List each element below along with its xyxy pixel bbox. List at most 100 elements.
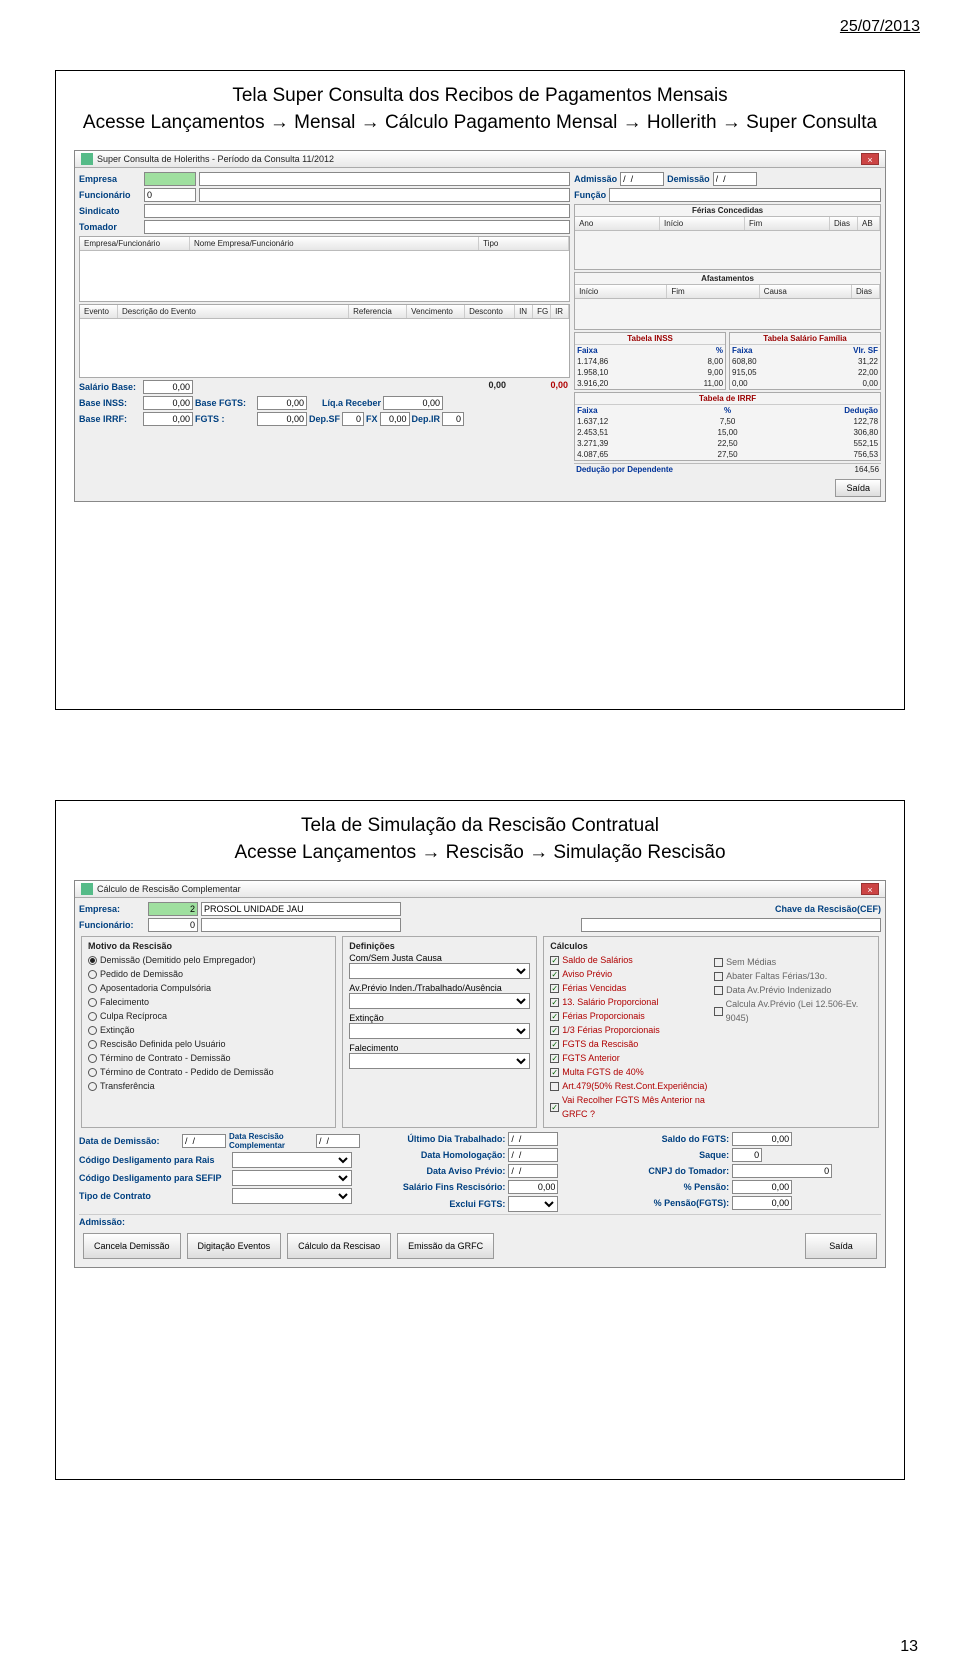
th-dias: Dias (830, 217, 858, 230)
input-saque[interactable] (732, 1148, 762, 1162)
select-avprev[interactable] (349, 993, 530, 1009)
label-exclui-fgts: Exclui FGTS: (395, 1199, 505, 1209)
select-falecimento[interactable] (349, 1053, 530, 1069)
check-calculo[interactable]: ✓Férias Vencidas (550, 981, 708, 995)
radio-motivo[interactable]: Demissão (Demitido pelo Empregador) (88, 953, 329, 967)
check-label: Art.479(50% Rest.Cont.Experiência) (562, 1079, 707, 1093)
radio-label: Término de Contrato - Demissão (100, 1051, 231, 1065)
input-funcao[interactable] (609, 188, 881, 202)
input-empresa-nome2[interactable] (201, 902, 401, 916)
input-data-dem[interactable] (182, 1134, 226, 1148)
radio-motivo[interactable]: Término de Contrato - Demissão (88, 1051, 329, 1065)
check-opcao[interactable]: Abater Faltas Férias/13o. (714, 969, 872, 983)
check-opcao[interactable]: Sem Médias (714, 955, 872, 969)
radio-label: Término de Contrato - Pedido de Demissão (100, 1065, 274, 1079)
input-chave[interactable] (581, 918, 881, 932)
checkbox-icon: ✓ (550, 1026, 559, 1035)
btn-saida[interactable]: Saída (805, 1233, 877, 1259)
btn-digitacao-eventos[interactable]: Digitação Eventos (187, 1233, 282, 1259)
input-data-homol[interactable] (508, 1148, 558, 1162)
input-empresa-nome[interactable] (199, 172, 570, 186)
sf-row: 608,8031,22 (730, 356, 880, 367)
select-exclui-fgts[interactable] (508, 1196, 558, 1212)
select-cod-sefip[interactable] (232, 1170, 352, 1186)
check-calculo[interactable]: ✓Vai Recolher FGTS Mês Anterior na GRFC … (550, 1093, 708, 1121)
radio-label: Transferência (100, 1079, 155, 1093)
slide2-title-line2: Acesse Lançamentos → Rescisão → Simulaçã… (74, 840, 886, 867)
check-calculo[interactable]: Art.479(50% Rest.Cont.Experiência) (550, 1079, 708, 1093)
check-calculo[interactable]: ✓Aviso Prévio (550, 967, 708, 981)
checkbox-icon (550, 1082, 559, 1091)
close-icon[interactable]: × (861, 153, 879, 165)
th-fim2: Fim (667, 285, 759, 298)
radio-motivo[interactable]: Falecimento (88, 995, 329, 1009)
grid-empresa-funcionario[interactable]: Empresa/Funcionário Nome Empresa/Funcion… (79, 236, 570, 302)
input-saldo-fgts[interactable] (732, 1132, 792, 1146)
label-base-fgts: Base FGTS: (195, 398, 255, 408)
input-empresa-codigo2[interactable] (148, 902, 198, 916)
check-label: FGTS da Rescisão (562, 1037, 638, 1051)
check-calculo[interactable]: ✓13. Salário Proporcional (550, 995, 708, 1009)
radio-motivo[interactable]: Culpa Recíproca (88, 1009, 329, 1023)
input-data-aviso[interactable] (508, 1164, 558, 1178)
header-tab-irrf: Tabela de IRRF (575, 393, 880, 405)
select-extincao[interactable] (349, 1023, 530, 1039)
close-icon[interactable]: × (861, 883, 879, 895)
input-funcionario-codigo[interactable] (144, 188, 196, 202)
th-ir: IR (551, 305, 569, 318)
input-ult-dia[interactable] (508, 1132, 558, 1146)
select-comsem[interactable] (349, 963, 530, 979)
checkbox-icon: ✓ (550, 1012, 559, 1021)
input-data-resc[interactable] (316, 1134, 360, 1148)
radio-motivo[interactable]: Rescisão Definida pelo Usuário (88, 1037, 329, 1051)
th-pct: % (650, 345, 723, 356)
saida-button[interactable]: Saída (835, 479, 881, 497)
input-demissao[interactable] (713, 172, 757, 186)
btn-calculo-rescisao[interactable]: Cálculo da Rescisao (287, 1233, 391, 1259)
radio-motivo[interactable]: Aposentadoria Compulsória (88, 981, 329, 995)
input-pct-pensao[interactable] (732, 1180, 792, 1194)
input-tomador[interactable] (144, 220, 570, 234)
th-empfunc: Empresa/Funcionário (80, 237, 190, 250)
grid-eventos[interactable]: Evento Descrição do Evento Referencia Ve… (79, 304, 570, 378)
check-label: Vai Recolher FGTS Mês Anterior na GRFC ? (562, 1093, 708, 1121)
radio-motivo[interactable]: Extinção (88, 1023, 329, 1037)
radio-icon (88, 1082, 97, 1091)
select-cod-rais[interactable] (232, 1152, 352, 1168)
input-funcionario-nome[interactable] (199, 188, 570, 202)
input-empresa-codigo[interactable] (144, 172, 196, 186)
inss-row: 1.958,109,00 (575, 367, 725, 378)
titlebar: Super Consulta de Holeriths - Período da… (75, 151, 885, 168)
label-admissao: Admissão (574, 174, 617, 184)
radio-motivo[interactable]: Transferência (88, 1079, 329, 1093)
input-funcionario-nome2[interactable] (201, 918, 401, 932)
th-venc: Vencimento (407, 305, 465, 318)
check-calculo[interactable]: ✓FGTS Anterior (550, 1051, 708, 1065)
radio-motivo[interactable]: Pedido de Demissão (88, 967, 329, 981)
check-calculo[interactable]: ✓Saldo de Salários (550, 953, 708, 967)
select-tipo-contrato[interactable] (232, 1188, 352, 1204)
check-opcao[interactable]: Calcula Av.Prévio (Lei 12.506-Ev. 9045) (714, 997, 872, 1025)
label-demissao: Demissão (667, 174, 710, 184)
label-fgts: FGTS : (195, 414, 255, 424)
input-cnpj[interactable] (732, 1164, 832, 1178)
input-pct-pensao-fgts[interactable] (732, 1196, 792, 1210)
input-sal-fins[interactable] (508, 1180, 558, 1194)
btn-cancela-demissao[interactable]: Cancela Demissão (83, 1233, 181, 1259)
radio-label: Rescisão Definida pelo Usuário (100, 1037, 226, 1051)
check-calculo[interactable]: ✓FGTS da Rescisão (550, 1037, 708, 1051)
check-calculo[interactable]: ✓Férias Proporcionais (550, 1009, 708, 1023)
check-opcao[interactable]: Data Av.Prévio Indenizado (714, 983, 872, 997)
radio-icon (88, 1068, 97, 1077)
label-data-resc: Data Rescisão Complementar (229, 1132, 313, 1150)
radio-motivo[interactable]: Término de Contrato - Pedido de Demissão (88, 1065, 329, 1079)
input-admissao[interactable] (620, 172, 664, 186)
label-funcionario2: Funcionário: (79, 920, 145, 930)
check-calculo[interactable]: ✓1/3 Férias Proporcionais (550, 1023, 708, 1037)
slide-rescisao: Tela de Simulação da Rescisão Contratual… (55, 800, 905, 1480)
btn-emissao-grfc[interactable]: Emissão da GRFC (397, 1233, 494, 1259)
check-calculo[interactable]: ✓Multa FGTS de 40% (550, 1065, 708, 1079)
input-sindicato[interactable] (144, 204, 570, 218)
check-label: FGTS Anterior (562, 1051, 620, 1065)
input-funcionario-codigo2[interactable] (148, 918, 198, 932)
